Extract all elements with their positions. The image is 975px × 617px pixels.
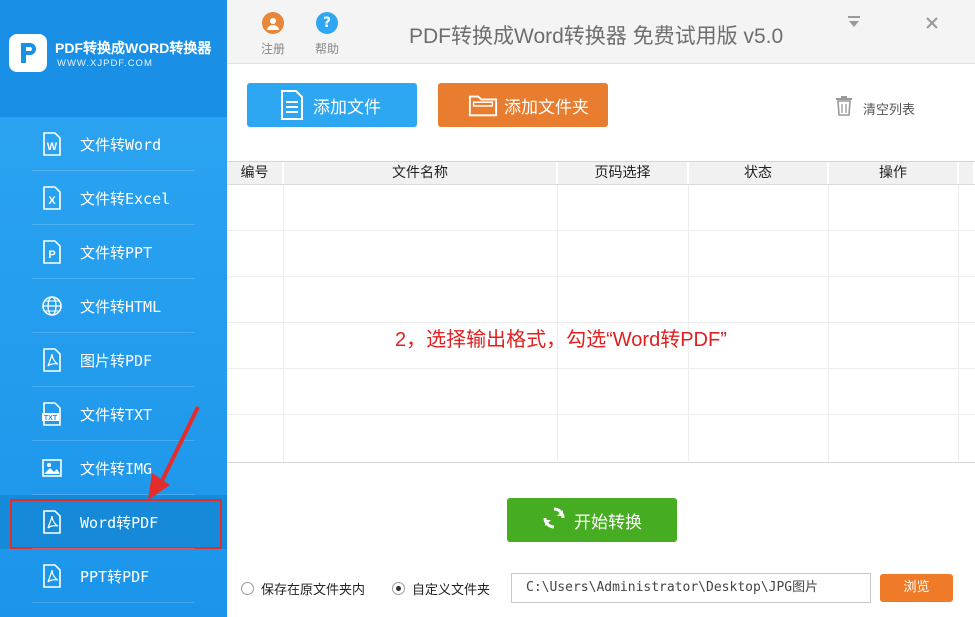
svg-text:P: P xyxy=(48,249,55,261)
sidebar-item-label: 文件转HTML xyxy=(80,297,162,316)
sidebar-item-label: 文件转Word xyxy=(80,135,162,154)
radio-save-original[interactable]: 保存在原文件夹内 xyxy=(241,579,365,598)
add-folder-label: 添加文件夹 xyxy=(504,97,589,118)
close-icon[interactable] xyxy=(921,14,943,36)
sidebar-item-file-to-word[interactable]: W 文件转Word xyxy=(0,117,227,171)
minimize-icon[interactable] xyxy=(843,14,865,36)
clear-list-button[interactable]: 清空列表 xyxy=(835,96,915,120)
table-row xyxy=(227,231,975,277)
output-path-input[interactable]: C:\Users\Administrator\Desktop\JPG图片 xyxy=(511,573,871,603)
register-button[interactable]: 注册 xyxy=(253,12,293,57)
sidebar-item-file-to-img[interactable]: 文件转IMG xyxy=(0,441,227,495)
trash-icon xyxy=(835,96,853,120)
help-icon: ? xyxy=(316,12,338,34)
app-logo-icon xyxy=(9,34,47,72)
add-folder-button[interactable]: 添加文件夹 xyxy=(438,83,608,127)
sidebar-item-label: 文件转PPT xyxy=(80,243,153,262)
help-button[interactable]: ? 帮助 xyxy=(307,12,347,57)
logo-url: WWW.XJPDF.COM xyxy=(57,58,153,69)
sidebar-item-file-to-ppt[interactable]: P 文件转PPT xyxy=(0,225,227,279)
radio-label: 自定义文件夹 xyxy=(412,583,491,598)
sidebar-item-label: 文件转TXT xyxy=(80,405,153,424)
svg-text:W: W xyxy=(47,141,58,153)
sidebar-item-label: 文件转IMG xyxy=(80,459,153,478)
globe-icon xyxy=(40,294,64,318)
add-file-label: 添加文件 xyxy=(313,97,381,118)
word-icon: W xyxy=(40,132,64,156)
column-header: 状态 xyxy=(689,162,829,184)
start-conversion-button[interactable]: 开始转换 xyxy=(507,498,677,542)
table-row xyxy=(227,185,975,231)
sidebar-item-ppt-to-pdf[interactable]: PPT转PDF xyxy=(0,549,227,603)
sidebar-item-label: Word转PDF xyxy=(80,513,159,532)
sidebar-item-file-to-txt[interactable]: TXT 文件转TXT xyxy=(0,387,227,441)
clear-list-label: 清空列表 xyxy=(863,102,916,118)
table-row xyxy=(227,415,975,461)
sidebar-item-word-to-pdf[interactable]: Word转PDF xyxy=(0,495,227,549)
instruction-text: 2，选择输出格式，勾选“Word转PDF” xyxy=(395,329,727,351)
output-settings: 保存在原文件夹内 自定义文件夹 C:\Users\Administrator\D… xyxy=(227,570,975,606)
column-header-spacer xyxy=(959,162,975,184)
table-row xyxy=(227,369,975,415)
sidebar: PDF转换成WORD转换器 WWW.XJPDF.COM W 文件转Word X … xyxy=(0,0,227,617)
logo-title: PDF转换成WORD转换器 xyxy=(55,40,212,56)
column-header: 页码选择 xyxy=(558,162,689,184)
column-header: 文件名称 xyxy=(284,162,558,184)
ppt-icon: P xyxy=(40,240,64,264)
pdf-icon xyxy=(40,510,64,534)
help-label: 帮助 xyxy=(314,42,339,56)
sidebar-menu: W 文件转Word X 文件转Excel P 文件转PPT 文件转HTML 图片… xyxy=(0,117,227,603)
browse-button[interactable]: 浏览 xyxy=(880,574,953,602)
image-icon xyxy=(40,456,64,480)
column-header: 编号 xyxy=(227,162,284,184)
radio-circle xyxy=(241,582,254,595)
file-icon xyxy=(277,90,307,120)
sidebar-item-label: 文件转Excel xyxy=(80,189,171,208)
pdf-icon xyxy=(40,564,64,588)
file-table: 编号 文件名称 页码选择 状态 操作 xyxy=(227,161,975,463)
sidebar-item-label: 图片转PDF xyxy=(80,351,153,370)
start-conversion-label: 开始转换 xyxy=(574,512,642,533)
user-icon xyxy=(262,12,284,34)
sidebar-item-label: PPT转PDF xyxy=(80,567,150,586)
main-panel: 注册 ? 帮助 PDF转换成Word转换器 免费试用版 v5.0 添加文件 添加… xyxy=(227,0,975,617)
svg-text:X: X xyxy=(48,195,56,207)
sidebar-item-file-to-excel[interactable]: X 文件转Excel xyxy=(0,171,227,225)
app-title: PDF转换成Word转换器 免费试用版 v5.0 xyxy=(409,25,784,48)
table-header: 编号 文件名称 页码选择 状态 操作 xyxy=(227,162,975,185)
register-label: 注册 xyxy=(260,42,285,56)
radio-circle xyxy=(392,582,405,595)
txt-icon: TXT xyxy=(40,402,64,426)
table-row xyxy=(227,277,975,323)
radio-label: 保存在原文件夹内 xyxy=(261,583,366,598)
sidebar-item-image-to-pdf[interactable]: 图片转PDF xyxy=(0,333,227,387)
svg-text:TXT: TXT xyxy=(44,415,58,422)
excel-icon: X xyxy=(40,186,64,210)
column-header: 操作 xyxy=(829,162,959,184)
sidebar-item-file-to-html[interactable]: 文件转HTML xyxy=(0,279,227,333)
pdf-icon xyxy=(40,348,64,372)
folder-icon xyxy=(468,90,498,120)
radio-custom-folder[interactable]: 自定义文件夹 xyxy=(392,579,490,598)
title-bar: 注册 ? 帮助 PDF转换成Word转换器 免费试用版 v5.0 xyxy=(227,0,975,64)
add-file-button[interactable]: 添加文件 xyxy=(247,83,417,127)
logo-area: PDF转换成WORD转换器 WWW.XJPDF.COM xyxy=(0,0,227,117)
refresh-icon xyxy=(542,506,566,535)
